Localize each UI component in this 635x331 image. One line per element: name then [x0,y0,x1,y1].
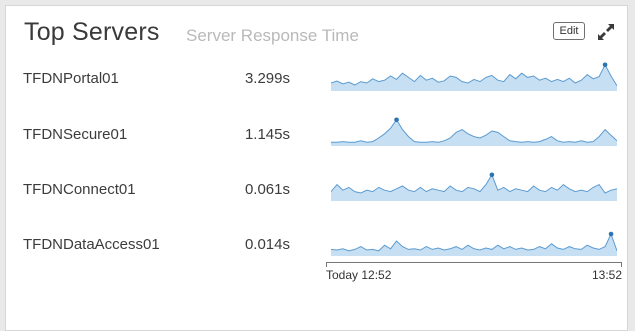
expand-arrows-icon[interactable] [596,22,616,42]
sparkline [331,117,617,146]
sparkline [331,172,617,201]
axis-start-label: Today 12:52 [326,268,392,282]
sparkline-line [331,232,617,252]
peak-marker [489,172,495,178]
sparkline-area [331,234,617,256]
peak-marker [394,117,399,123]
sparkline-area [331,174,617,201]
widget-subtitle: Server Response Time [186,26,359,45]
axis-tick [621,262,622,267]
server-name[interactable]: TFDNPortal01 [23,70,119,87]
server-name[interactable]: TFDNSecure01 [23,126,127,143]
sparkline [331,62,617,91]
peak-marker [608,231,614,237]
response-time: 1.145s [244,126,290,143]
widget-title: Top Servers [24,18,160,46]
peak-marker [602,62,608,68]
axis-end-label: 13:52 [591,268,622,282]
sparkline-area [331,64,617,91]
response-time: 0.061s [244,181,290,198]
server-name[interactable]: TFDNConnect01 [23,181,136,198]
top-servers-widget: Top Servers Server Response Time Edit TF… [5,5,628,331]
axis-tick [326,262,327,267]
response-time: 3.299s [244,70,290,87]
axis-line [326,262,622,263]
time-axis: Today 12:52 13:52 [326,262,622,286]
server-name[interactable]: TFDNDataAccess01 [23,236,160,253]
sparkline [331,231,617,256]
edit-button[interactable]: Edit [553,22,585,40]
response-time: 0.014s [244,236,290,253]
